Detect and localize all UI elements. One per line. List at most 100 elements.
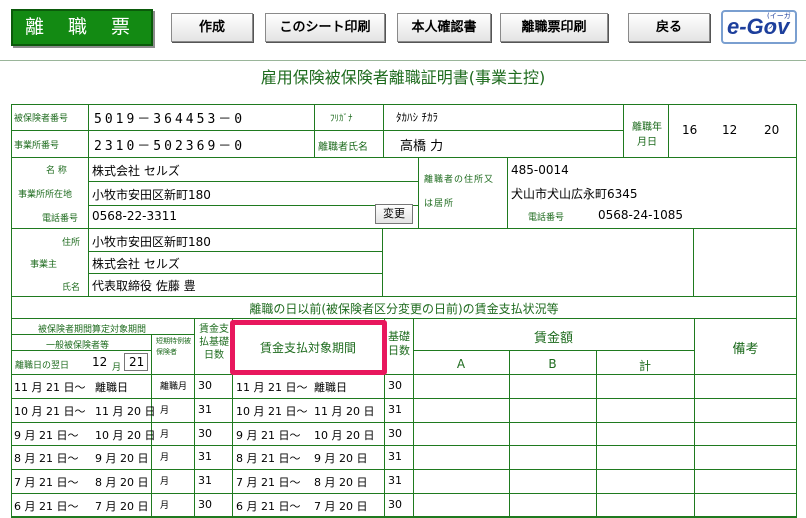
row-short[interactable]: 月 [160, 450, 169, 463]
row-period-from[interactable]: 10 月 21 日～ [236, 403, 307, 419]
row-period-to[interactable]: 離職日 [314, 379, 347, 395]
general-insured-header: 一般被保険者等 [46, 341, 110, 351]
row-days[interactable]: 30 [198, 379, 212, 392]
row-short[interactable]: 月 [160, 427, 169, 440]
insured-no-label: 被保険者番号 [14, 114, 69, 124]
row-short[interactable]: 月 [160, 403, 169, 416]
row-period-days[interactable]: 31 [388, 450, 402, 463]
day-after-month[interactable]: 12 [92, 355, 107, 369]
row-to[interactable]: 8 月 20 日 [95, 474, 149, 490]
leaver-addr-label: 離職者の住所又は居所 [424, 175, 495, 209]
egov-logo[interactable]: e-Gov (イーガブ) [721, 10, 797, 44]
row-from[interactable]: 10 月 21 日～ [14, 403, 85, 419]
row-period-to[interactable]: 11 月 20 日 [314, 403, 374, 419]
row-period-to[interactable]: 8 月 20 日 [314, 474, 368, 490]
furigana-label: ﾌﾘｶﾞﾅ [330, 114, 353, 124]
row-period-from[interactable]: 8 月 21 日～ [236, 450, 301, 466]
employer-label: 事業主 [30, 260, 58, 270]
egov-logo-sub: (イーガブ) [767, 12, 791, 30]
line [11, 296, 797, 297]
furigana-field[interactable]: ﾀｶﾊｼ ﾁｶﾗ [396, 109, 438, 125]
leave-date-label: 離職年月日 [632, 122, 662, 148]
row-period-to[interactable]: 7 月 20 日 [314, 498, 368, 514]
row-days[interactable]: 31 [198, 474, 212, 487]
day-after-day-input[interactable]: 21 [124, 353, 148, 371]
id-docs-button[interactable]: 本人確認書 [397, 13, 491, 42]
row-period-from[interactable]: 9 月 21 日～ [236, 427, 301, 443]
create-button[interactable]: 作成 [171, 13, 253, 42]
row-period-from[interactable]: 11 月 21 日～ [236, 379, 307, 395]
leaver-tel-label: 電話番号 [528, 213, 565, 223]
row-short[interactable]: 月 [160, 498, 169, 511]
row-period-days[interactable]: 30 [388, 498, 402, 511]
office-name[interactable]: 株式会社 セルズ [92, 162, 180, 179]
line [596, 350, 597, 517]
row-to[interactable]: 11 月 20 日 [95, 403, 155, 419]
row-divider [11, 398, 797, 399]
row-days[interactable]: 31 [198, 403, 212, 416]
employer-person[interactable]: 代表取締役 佐藤 豊 [92, 277, 196, 294]
leaver-addr[interactable]: 犬山市犬山広永町6345 [511, 185, 638, 202]
row-days[interactable]: 30 [198, 427, 212, 440]
print-sheet-button[interactable]: このシート印刷 [265, 13, 385, 42]
line [418, 157, 419, 228]
day-after-label: 離職日の翌日 [15, 361, 70, 371]
leave-day[interactable]: 20 [764, 123, 779, 137]
leave-year[interactable]: 16 [682, 123, 697, 137]
row-from[interactable]: 6 月 21 日～ [14, 498, 79, 514]
row-to[interactable]: 離職日 [95, 379, 128, 395]
row-period-to[interactable]: 9 月 20 日 [314, 450, 368, 466]
line [383, 104, 384, 157]
insured-no[interactable]: 5019－364453－0 [94, 108, 245, 127]
leaver-zip[interactable]: 485-0014 [511, 163, 569, 177]
row-period-to[interactable]: 10 月 20 日 [314, 427, 374, 443]
employer-addr[interactable]: 小牧市安田区新町180 [92, 233, 211, 250]
row-days[interactable]: 31 [198, 450, 212, 463]
row-divider [11, 493, 797, 494]
line [693, 228, 694, 296]
line [88, 104, 89, 157]
leave-month[interactable]: 12 [722, 123, 737, 137]
line [88, 157, 89, 296]
base-days-header: 賃金支払基礎日数 [199, 324, 229, 361]
row-to[interactable]: 10 月 20 日 [95, 427, 155, 443]
row-from[interactable]: 8 月 21 日～ [14, 450, 79, 466]
print-form-button[interactable]: 離職票印刷 [500, 13, 608, 42]
row-short[interactable]: 月 [160, 474, 169, 487]
row-from[interactable]: 9 月 21 日～ [14, 427, 79, 443]
row-from[interactable]: 11 月 21 日～ [14, 379, 85, 395]
employer-company[interactable]: 株式会社 セルズ [92, 255, 180, 272]
col-total-header: 計 [638, 359, 651, 373]
row-period-days[interactable]: 30 [388, 427, 402, 440]
row-period-from[interactable]: 7 月 21 日～ [236, 474, 301, 490]
office-addr[interactable]: 小牧市安田区新町180 [92, 186, 211, 203]
row-period-days[interactable]: 30 [388, 379, 402, 392]
office-tel[interactable]: 0568-22-3311 [92, 209, 177, 223]
name-field[interactable]: 高橋 力 [400, 135, 443, 154]
row-to[interactable]: 9 月 20 日 [95, 450, 149, 466]
office-no[interactable]: 2310－502369－0 [94, 135, 245, 154]
back-button[interactable]: 戻る [628, 13, 710, 42]
office-addr-label: 事業所所在地 [18, 190, 73, 200]
row-days[interactable]: 30 [198, 498, 212, 511]
line [668, 104, 669, 157]
row-period-days[interactable]: 31 [388, 403, 402, 416]
row-period-days[interactable]: 31 [388, 474, 402, 487]
line [11, 374, 797, 375]
change-button[interactable]: 変更 [375, 204, 413, 224]
office-name-label: 名 称 [46, 166, 67, 176]
line [11, 318, 797, 319]
col-a-header: A [456, 357, 466, 371]
line [623, 104, 624, 157]
row-period-from[interactable]: 6 月 21 日～ [236, 498, 301, 514]
row-from[interactable]: 7 月 21 日～ [14, 474, 79, 490]
leaver-tel[interactable]: 0568-24-1085 [598, 208, 683, 222]
row-short[interactable]: 離職月 [160, 379, 187, 392]
line [314, 104, 315, 157]
divider [0, 60, 806, 61]
wage-amount-header: 賃金額 [533, 331, 573, 346]
line [509, 350, 510, 517]
row-to[interactable]: 7 月 20 日 [95, 498, 149, 514]
form-tag: 離 職 票 [11, 9, 153, 46]
name-label: 離職者氏名 [318, 142, 368, 153]
